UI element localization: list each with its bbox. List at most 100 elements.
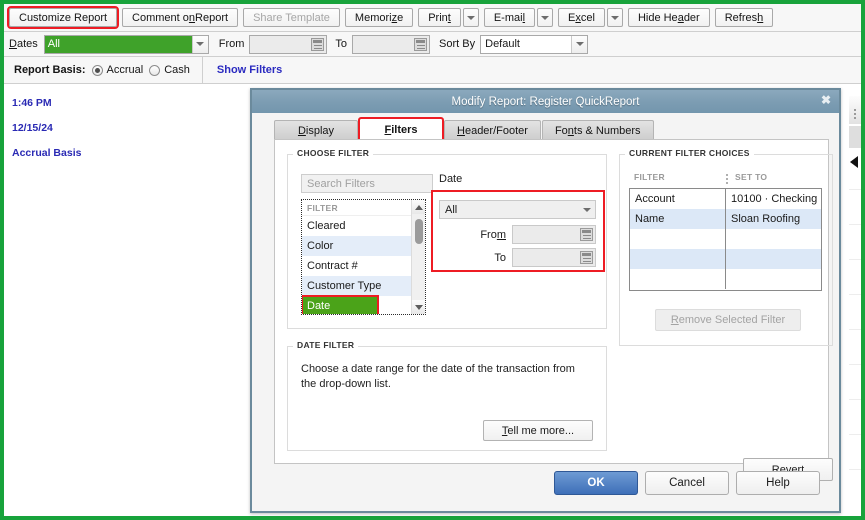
- scroll-up-arrow-icon[interactable]: [412, 200, 425, 214]
- cell-set-to: [726, 249, 821, 269]
- table-row[interactable]: [630, 249, 821, 269]
- dates-label: Dates: [9, 38, 38, 50]
- column-header-set-to: SET TO: [725, 172, 823, 188]
- date-range-dropdown-arrow[interactable]: [578, 207, 595, 212]
- calendar-icon[interactable]: [580, 251, 593, 264]
- excel-button[interactable]: Ex cel: [558, 8, 605, 27]
- report-time: 1:46 PM: [12, 97, 52, 109]
- filter-choices-table[interactable]: Account 10100 · Checking Name Sloan Roof…: [629, 188, 822, 291]
- table-row[interactable]: Name Sloan Roofing: [630, 209, 821, 229]
- close-icon[interactable]: ✖: [821, 94, 831, 106]
- dates-dropdown[interactable]: All: [43, 34, 209, 54]
- filter-list-item-color[interactable]: Color: [302, 236, 411, 256]
- dates-dropdown-arrow[interactable]: [191, 35, 208, 53]
- radio-button-icon[interactable]: [149, 64, 161, 76]
- hide-header-button[interactable]: Hide He a der: [627, 8, 710, 27]
- from-date-input[interactable]: [249, 34, 328, 54]
- rail-divider-line: [849, 364, 861, 365]
- date-filter-description: Choose a date range for the date of the …: [301, 363, 575, 390]
- sort-by-dropdown[interactable]: Default: [480, 34, 589, 54]
- date-from-label: From: [480, 228, 506, 241]
- sort-by-dropdown-arrow[interactable]: [571, 35, 588, 53]
- calendar-icon[interactable]: [580, 228, 593, 241]
- dates-value: All: [44, 35, 192, 53]
- collapse-left-arrow-icon[interactable]: [850, 156, 858, 168]
- chevron-down-icon: [582, 207, 591, 212]
- show-filters-link[interactable]: Show Filters: [217, 64, 282, 76]
- date-range-dropdown[interactable]: All: [439, 200, 596, 219]
- customize-report-button[interactable]: Customize Report: [6, 6, 120, 29]
- date-value-controls: All From To: [431, 190, 605, 272]
- choose-filter-title: CHOOSE FILTER: [293, 148, 374, 158]
- ok-button[interactable]: OK: [554, 471, 638, 495]
- table-row[interactable]: [630, 229, 821, 249]
- report-basis-bar: Report Basis: Accrual Cash Show Filters: [4, 56, 861, 84]
- remove-selected-filter-button[interactable]: Remove Selected Filter: [655, 309, 801, 331]
- filter-list-item-cleared[interactable]: Cleared: [302, 216, 411, 236]
- tab-header-footer[interactable]: Header/Footer: [444, 120, 541, 140]
- cancel-button[interactable]: Cancel: [645, 471, 729, 495]
- report-basis-group: Report Basis: Accrual Cash: [4, 56, 203, 84]
- cell-set-to: 10100 · Checking: [731, 193, 818, 205]
- tab-fonts-numbers[interactable]: Fonts & Numbers: [541, 120, 654, 140]
- modify-report-dialog: Modify Report: Register QuickReport ✖ Di…: [250, 88, 841, 513]
- date-to-input[interactable]: [512, 248, 596, 267]
- date-filter-group: DATE FILTER Choose a date range for the …: [287, 340, 607, 451]
- refresh-button[interactable]: Refres h: [714, 8, 774, 27]
- dialog-footer: OK Cancel Help: [252, 463, 839, 511]
- date-filter-title: DATE FILTER: [293, 340, 359, 350]
- calendar-icon[interactable]: [414, 37, 428, 51]
- filter-list-scrollbar[interactable]: [411, 200, 425, 314]
- filter-list-item-contract[interactable]: Contract #: [302, 256, 411, 276]
- cell-filter: [630, 249, 726, 269]
- chevron-down-icon: [466, 15, 475, 20]
- rail-divider-line: [849, 294, 861, 295]
- print-button[interactable]: Prin t: [418, 8, 461, 27]
- filter-list-item-customer-type[interactable]: Customer Type: [302, 276, 411, 296]
- dates-bar: Dates All From To Sort By Default: [4, 32, 861, 57]
- dialog-title-bar: Modify Report: Register QuickReport ✖: [252, 90, 839, 113]
- tab-filters[interactable]: Filters: [358, 117, 444, 141]
- tell-me-more-button[interactable]: Tell me more...: [483, 420, 593, 441]
- filter-list-item-date[interactable]: Date: [302, 295, 379, 314]
- cash-radio-option[interactable]: Cash: [149, 64, 190, 76]
- rail-scroll-thumb[interactable]: [849, 126, 861, 148]
- memorize-button[interactable]: Memori z e: [344, 8, 414, 27]
- application-content: Customize Report Comment on Report Share…: [4, 4, 861, 516]
- report-toolbar: Customize Report Comment on Report Share…: [4, 4, 861, 32]
- search-filters-input[interactable]: Search Filters: [301, 174, 433, 193]
- rail-divider-line: [849, 224, 861, 225]
- date-to-row: To: [439, 248, 596, 267]
- calendar-icon[interactable]: [311, 37, 325, 51]
- tab-display[interactable]: Display: [274, 120, 358, 140]
- email-dropdown-arrow[interactable]: [537, 8, 554, 27]
- accrual-radio-option[interactable]: Accrual: [91, 64, 143, 76]
- table-row[interactable]: Account 10100 · Checking: [630, 189, 821, 209]
- to-date-input[interactable]: [352, 34, 431, 54]
- rail-divider-line: [849, 189, 861, 190]
- cash-label: Cash: [164, 64, 190, 76]
- print-dropdown-arrow[interactable]: [462, 8, 479, 27]
- date-from-input[interactable]: [512, 225, 596, 244]
- scroll-down-arrow-icon[interactable]: [412, 300, 425, 314]
- excel-dropdown-arrow[interactable]: [606, 8, 623, 27]
- filter-choices-header: FILTER SET TO: [629, 172, 823, 188]
- table-row[interactable]: [630, 269, 821, 289]
- report-basis-label: Report Basis:: [14, 64, 86, 76]
- radio-button-icon[interactable]: [91, 64, 103, 76]
- rail-drag-handle[interactable]: [849, 96, 861, 124]
- chevron-down-icon: [196, 42, 205, 46]
- chevron-down-icon: [541, 15, 550, 20]
- excel-button-group: Ex cel: [558, 8, 623, 27]
- report-date: 12/15/24: [12, 122, 53, 134]
- cell-set-to: [726, 229, 821, 249]
- comment-on-report-button[interactable]: Comment on Report: [122, 8, 239, 27]
- help-button[interactable]: Help: [736, 471, 820, 495]
- report-header-block: 1:46 PM 12/15/24 Accrual Basis: [12, 97, 81, 172]
- date-to-label: To: [494, 251, 506, 264]
- scrollbar-thumb[interactable]: [415, 219, 423, 244]
- filter-list[interactable]: FILTER Cleared Color Contract # Customer…: [301, 199, 426, 315]
- share-template-button[interactable]: Share Template: [243, 8, 340, 27]
- email-button[interactable]: E-mai l: [483, 8, 536, 27]
- sort-by-value: Default: [485, 38, 520, 50]
